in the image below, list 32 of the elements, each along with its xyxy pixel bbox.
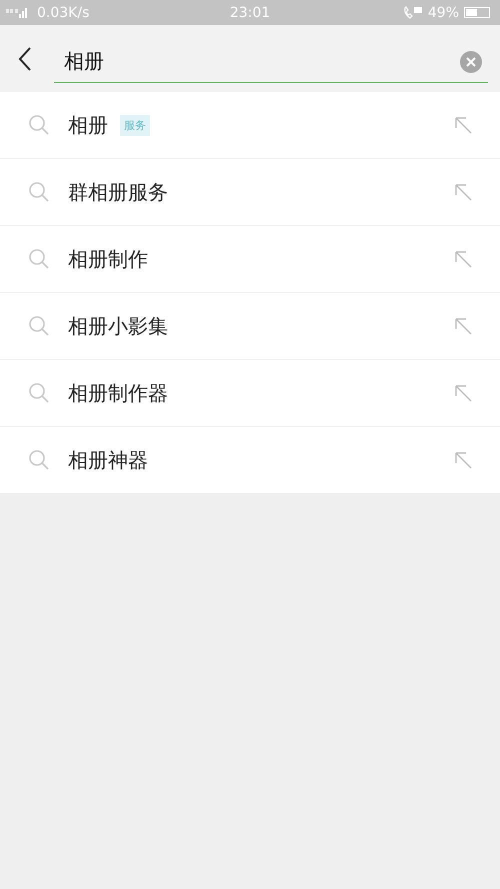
search-icon	[28, 181, 50, 203]
search-icon	[28, 449, 50, 471]
battery-icon	[464, 7, 490, 18]
fill-arrow-icon[interactable]	[454, 451, 472, 469]
clock: 23:01	[230, 4, 270, 20]
suggestion-text: 相册制作	[68, 246, 148, 272]
fill-arrow-icon[interactable]	[454, 116, 472, 134]
suggestion-text: 相册	[68, 112, 108, 138]
suggestion-item[interactable]: 相册制作	[0, 226, 500, 293]
fill-arrow-icon[interactable]	[454, 317, 472, 335]
search-icon	[28, 248, 50, 270]
hd-call-icon	[402, 6, 423, 20]
suggestion-item[interactable]: 相册 服务	[0, 92, 500, 159]
suggestion-item[interactable]: 相册制作器	[0, 360, 500, 427]
suggestion-item[interactable]: 相册神器	[0, 427, 500, 493]
suggestion-item[interactable]: 群相册服务	[0, 159, 500, 226]
search-icon	[28, 315, 50, 337]
search-icon	[28, 114, 50, 136]
suggestion-text: 群相册服务	[68, 178, 168, 206]
fill-arrow-icon[interactable]	[454, 183, 472, 201]
clear-icon[interactable]	[460, 50, 482, 72]
fill-arrow-icon[interactable]	[454, 384, 472, 402]
back-icon[interactable]	[18, 46, 32, 72]
battery-percent: 49%	[428, 4, 459, 20]
search-icon	[28, 382, 50, 404]
network-speed: 0.03K/s	[37, 4, 90, 20]
suggestion-text: 相册制作器	[68, 380, 168, 406]
suggestion-item[interactable]: 相册小影集	[0, 293, 500, 360]
suggestion-text: 相册小影集	[68, 312, 168, 340]
service-tag: 服务	[120, 114, 150, 136]
suggestion-text: 相册神器	[68, 446, 148, 474]
fill-arrow-icon[interactable]	[454, 250, 472, 268]
